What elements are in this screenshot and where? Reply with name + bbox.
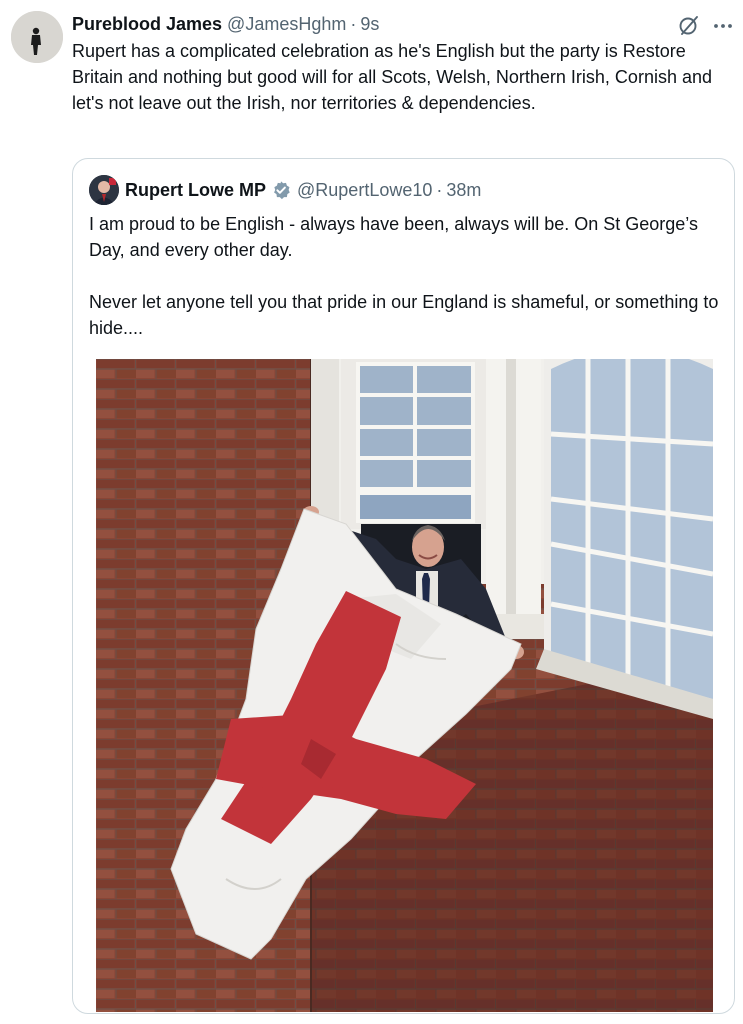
avatar[interactable] — [11, 11, 63, 63]
quoted-avatar-portrait-icon — [89, 175, 119, 205]
quoted-tweet[interactable]: Rupert Lowe MP @RupertLowe10 · 38m I am … — [72, 158, 735, 1014]
quoted-separator-dot: · — [436, 179, 443, 200]
author-handle[interactable]: @JamesHghm — [227, 14, 346, 35]
separator-dot: · — [350, 13, 357, 34]
photo-man-flag-window — [96, 359, 713, 1012]
quoted-tweet-text: I am proud to be English - always have b… — [89, 214, 719, 338]
window-panes — [356, 362, 475, 523]
quoted-author-handle[interactable]: @RupertLowe10 — [297, 180, 432, 201]
quoted-avatar[interactable] — [89, 175, 119, 205]
verified-badge-icon — [274, 181, 290, 200]
quoted-tweet-time[interactable]: 38m — [446, 180, 481, 201]
quoted-tweet-header: Rupert Lowe MP @RupertLowe10 · 38m — [89, 175, 481, 205]
tweet-time[interactable]: 9s — [360, 14, 379, 35]
tweet-header: Pureblood James @JamesHghm · 9s — [72, 11, 379, 37]
author-name[interactable]: Pureblood James — [72, 14, 222, 35]
grok-icon[interactable] — [677, 13, 701, 37]
tweet-text: Rupert has a complicated celebration as … — [72, 41, 718, 113]
quoted-author-name[interactable]: Rupert Lowe MP — [125, 180, 266, 201]
avatar-figure-icon — [11, 11, 63, 63]
quoted-tweet-photo[interactable] — [96, 359, 713, 1012]
more-icon[interactable] — [711, 14, 735, 38]
